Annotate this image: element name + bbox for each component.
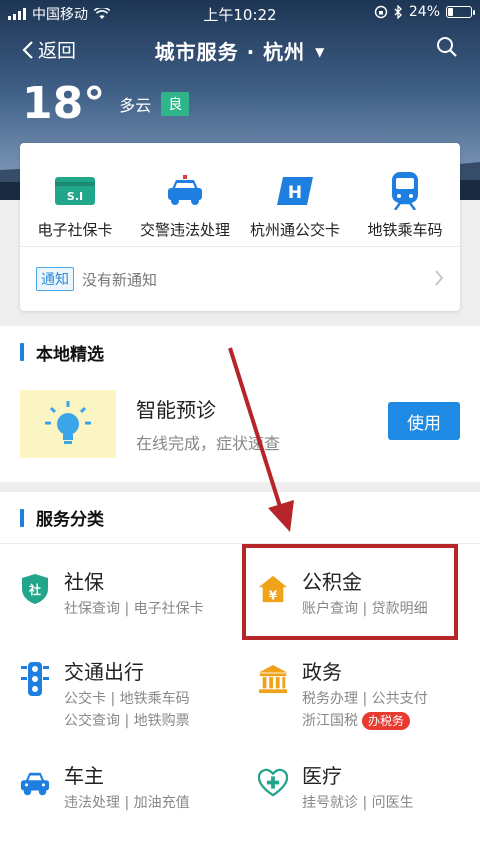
svg-text:H: H [288, 183, 302, 203]
shield-icon: 社 [22, 574, 48, 604]
feature-thumbnail [20, 390, 116, 458]
quick-services-card: S.I 电子社保卡 交警违法处理 H 杭州通公交卡 地铁乘车码 通知 没有新通知 [20, 143, 460, 311]
government-building-icon [258, 664, 288, 694]
service-desc-line: 税务办理 | 公共支付 [302, 691, 428, 707]
service-desc-text: 浙江国税 [302, 713, 358, 729]
svg-text:S.I: S.I [67, 190, 83, 203]
car-icon [20, 772, 50, 796]
search-icon [437, 37, 457, 57]
transit-card-icon: H [277, 177, 313, 205]
air-quality-badge: 良 [161, 92, 190, 116]
chevron-right-icon [435, 270, 444, 286]
use-button[interactable]: 使用 [388, 402, 460, 440]
section-marker [20, 343, 24, 361]
service-title: 车主 [64, 764, 104, 788]
service-medical[interactable]: 医疗 挂号就诊 | 问医生 [258, 760, 468, 824]
section-title: 服务分类 [36, 510, 104, 530]
notice-tag: 通知 [36, 267, 74, 291]
battery-icon [446, 6, 475, 18]
svg-text:¥: ¥ [269, 588, 278, 602]
section-title: 本地精选 [36, 344, 104, 365]
notice-text: 没有新通知 [82, 270, 158, 289]
service-desc-line: 公交查询 | 地铁购票 [64, 713, 190, 729]
section-marker [20, 508, 24, 527]
orientation-lock-icon [374, 5, 388, 19]
house-yuan-icon: ¥ [258, 575, 288, 602]
tax-badge[interactable]: 办税务 [362, 712, 411, 730]
quick-item-label: 交警违法处理 [139, 221, 230, 239]
quick-item-hangzhou-transit-card[interactable]: H 杭州通公交卡 [240, 171, 350, 240]
quick-item-metro-code[interactable]: 地铁乘车码 [350, 171, 460, 240]
quick-item-social-security-card[interactable]: S.I 电子社保卡 [20, 171, 130, 240]
feature-subtitle: 在线完成，症状速查 [136, 434, 281, 453]
heart-plus-icon [258, 768, 288, 797]
service-title: 政务 [302, 660, 342, 684]
nav-bar: 返回 城市服务 · 杭州 ▼ [0, 30, 480, 70]
weather-widget: 18° 多云 良 [22, 78, 190, 129]
service-desc: 税务办理 | 公共支付 浙江国税 办税务 [302, 688, 428, 732]
weather-condition: 多云 [119, 96, 152, 115]
lightbulb-icon [45, 401, 91, 444]
svg-text:社: 社 [28, 582, 41, 597]
service-desc-line: 浙江国税 办税务 [302, 710, 428, 732]
city-selector[interactable]: 城市服务 · 杭州 ▼ [0, 36, 480, 65]
service-desc: 社保查询 | 电子社保卡 [64, 601, 204, 617]
metro-train-icon [392, 172, 418, 210]
feature-smart-diagnosis[interactable]: 智能预诊 在线完成，症状速查 使用 [0, 378, 480, 482]
service-title: 社保 [64, 570, 104, 594]
service-desc: 公交卡 | 地铁乘车码 公交查询 | 地铁购票 [64, 688, 190, 732]
service-desc-line: 公交卡 | 地铁乘车码 [64, 691, 190, 707]
service-desc: 违法处理 | 加油充值 [64, 795, 190, 811]
police-car-icon [168, 175, 202, 205]
service-government-affairs[interactable]: 政务 税务办理 | 公共支付 浙江国税 办税务 [258, 656, 468, 736]
quick-item-label: 地铁乘车码 [367, 221, 443, 239]
notice-bar[interactable]: 通知 没有新通知 [20, 246, 460, 311]
service-title: 公积金 [302, 570, 362, 594]
service-title: 医疗 [302, 764, 342, 788]
service-housing-fund[interactable]: ¥ 公积金 账户查询 | 贷款明细 [258, 566, 458, 630]
service-desc: 挂号就诊 | 问医生 [302, 795, 414, 811]
traffic-light-icon [21, 662, 49, 696]
quick-item-label: 电子社保卡 [37, 221, 113, 239]
dropdown-caret-icon: ▼ [315, 45, 326, 59]
page-title: 城市服务 · 杭州 [154, 40, 306, 64]
local-picks-section: 本地精选 智能预诊 在线完成，症状速查 使用 [0, 326, 480, 482]
quick-item-label: 杭州通公交卡 [249, 221, 340, 239]
social-security-card-icon: S.I [55, 177, 95, 205]
service-desc: 账户查询 | 贷款明细 [302, 601, 428, 617]
service-social-security[interactable]: 社 社保 社保查询 | 电子社保卡 [20, 566, 230, 630]
bluetooth-icon [394, 5, 402, 19]
service-title: 交通出行 [64, 660, 144, 684]
status-bar: 中国移动 上午10:22 24% [0, 0, 480, 26]
temperature: 18° [22, 78, 106, 129]
service-categories-section: 服务分类 社 社保 社保查询 | 电子社保卡 ¥ 公积金 账户查询 | 贷款明细 [0, 492, 480, 853]
feature-title: 智能预诊 [136, 398, 216, 422]
search-button[interactable] [436, 36, 458, 62]
quick-item-traffic-violation[interactable]: 交警违法处理 [130, 171, 240, 240]
battery-percent: 24% [408, 4, 440, 20]
service-transport[interactable]: 交通出行 公交卡 | 地铁乘车码 公交查询 | 地铁购票 [20, 656, 240, 736]
service-car-owner[interactable]: 车主 违法处理 | 加油充值 [20, 760, 240, 824]
